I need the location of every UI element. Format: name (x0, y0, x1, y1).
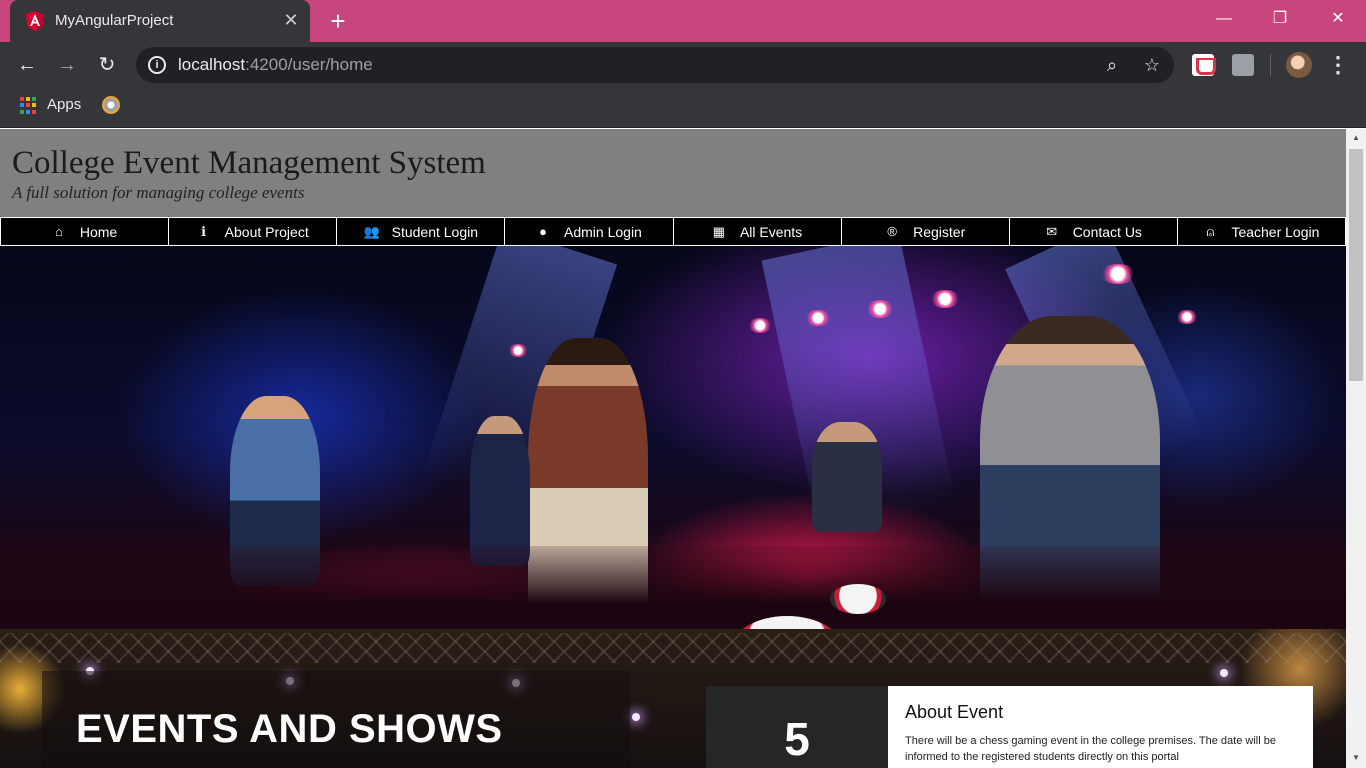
page-viewport: College Event Management System A full s… (0, 129, 1346, 768)
url-path: :4200/user/home (245, 55, 373, 74)
stage-spotlight (1176, 310, 1198, 324)
main-navbar: ⌂ Home ℹ About Project 👥 Student Login ● Adm… (0, 217, 1346, 246)
hero-concert-image (0, 246, 1346, 629)
forward-button[interactable]: → (52, 50, 82, 80)
angular-favicon-icon (26, 11, 44, 31)
browser-tab-strip: MyAngularProject ✕ + — ❐ ✕ (0, 0, 1366, 42)
reload-button[interactable]: ↻ (92, 50, 122, 80)
stage-spotlight (866, 300, 894, 318)
apps-grid-icon[interactable] (20, 97, 37, 114)
zoom-icon[interactable]: ⌕ (1100, 53, 1124, 77)
nav-label: Student Login (391, 223, 479, 240)
events-heading: EVENTS AND SHOWS (76, 707, 503, 751)
tab-close-icon[interactable]: ✕ (280, 9, 302, 31)
info-icon: ℹ (201, 223, 207, 239)
envelope-icon: ✉ (1046, 223, 1058, 239)
scroll-up-arrow-icon[interactable]: ▲ (1346, 129, 1366, 147)
window-close-button[interactable]: ✕ (1310, 0, 1366, 38)
nav-contact-us[interactable]: ✉ Contact Us (1008, 217, 1177, 246)
page-scrollbar[interactable]: ▲ ▼ (1346, 129, 1366, 768)
toolbar-separator (1270, 54, 1271, 76)
new-tab-button[interactable]: + (324, 6, 352, 36)
bookmarks-bar: Apps (0, 88, 1366, 128)
stage-spotlight (805, 310, 831, 326)
nav-label: Teacher Login (1231, 223, 1320, 240)
nav-all-events[interactable]: ▦ All Events (672, 217, 841, 246)
scrollbar-thumb[interactable] (1349, 149, 1363, 381)
nav-teacher-login[interactable]: ⍝ Teacher Login (1176, 217, 1346, 246)
site-title: College Event Management System (12, 145, 486, 181)
nav-home[interactable]: ⌂ Home (0, 217, 169, 246)
stage-truss (0, 633, 1346, 663)
browser-toolbar: ← → ↻ i localhost:4200/user/home ⌕ ☆ ⋮ (0, 42, 1366, 88)
event-card-description: There will be a chess gaming event in th… (905, 735, 1276, 763)
about-event-card: About Event There will be a chess gaming… (888, 686, 1313, 768)
nav-label: Admin Login (564, 223, 642, 240)
address-bar[interactable]: i localhost:4200/user/home ⌕ ☆ (136, 47, 1174, 83)
site-header: College Event Management System A full s… (0, 129, 1346, 217)
bookmark-star-icon[interactable]: ☆ (1140, 53, 1164, 77)
url-host: localhost (178, 55, 246, 74)
mail-extension-icon[interactable] (1232, 54, 1254, 76)
bookmark-favicon-icon[interactable] (102, 96, 120, 114)
stage-floor (0, 546, 1346, 629)
window-minimize-button[interactable]: — (1196, 0, 1252, 38)
nav-label: About Project (224, 223, 309, 240)
scroll-down-arrow-icon[interactable]: ▼ (1346, 749, 1366, 767)
stage-spotlight (748, 318, 772, 333)
pocket-extension-icon[interactable] (1192, 54, 1216, 76)
nav-student-login[interactable]: 👥 Student Login (336, 217, 505, 246)
events-section: EVENTS AND SHOWS 5 About Event There wil… (0, 629, 1346, 768)
event-card-title: About Event (905, 702, 1004, 722)
nav-about-project[interactable]: ℹ About Project (168, 217, 337, 246)
tab-title: MyAngularProject (55, 12, 174, 29)
performer-drummer (812, 422, 882, 532)
user-outline-icon: ⍝ (1206, 223, 1215, 239)
nav-label: All Events (739, 223, 803, 240)
snare-drum (830, 584, 886, 614)
nav-admin-login[interactable]: ● Admin Login (504, 217, 673, 246)
users-icon: 👥 (363, 223, 380, 239)
venue-light (1220, 669, 1228, 677)
performer-bass (470, 416, 530, 566)
venue-light (632, 713, 640, 721)
site-tagline: A full solution for managing college eve… (12, 183, 305, 202)
user-icon: ● (539, 223, 547, 239)
apps-bookmark[interactable]: Apps (47, 96, 81, 113)
nav-register[interactable]: ® Register (840, 217, 1009, 246)
registered-icon: ® (887, 223, 897, 239)
stage-spotlight (1100, 264, 1136, 284)
profile-avatar[interactable] (1286, 52, 1312, 78)
stage-spotlight (508, 344, 528, 357)
event-number: 5 (784, 713, 810, 765)
home-icon: ⌂ (54, 223, 63, 239)
nav-label: Contact Us (1072, 223, 1142, 240)
browser-menu-icon[interactable]: ⋮ (1326, 50, 1350, 80)
browser-tab[interactable]: MyAngularProject ✕ (10, 0, 310, 42)
nav-label: Register (913, 223, 966, 240)
stage-spotlight (930, 290, 960, 308)
event-number-box: 5 (706, 686, 888, 768)
url-text[interactable]: localhost:4200/user/home (178, 55, 373, 75)
site-info-icon[interactable]: i (148, 56, 166, 74)
window-restore-button[interactable]: ❐ (1252, 0, 1308, 38)
calendar-icon: ▦ (712, 223, 726, 239)
nav-label: Home (79, 223, 118, 240)
back-button[interactable]: ← (12, 50, 42, 80)
